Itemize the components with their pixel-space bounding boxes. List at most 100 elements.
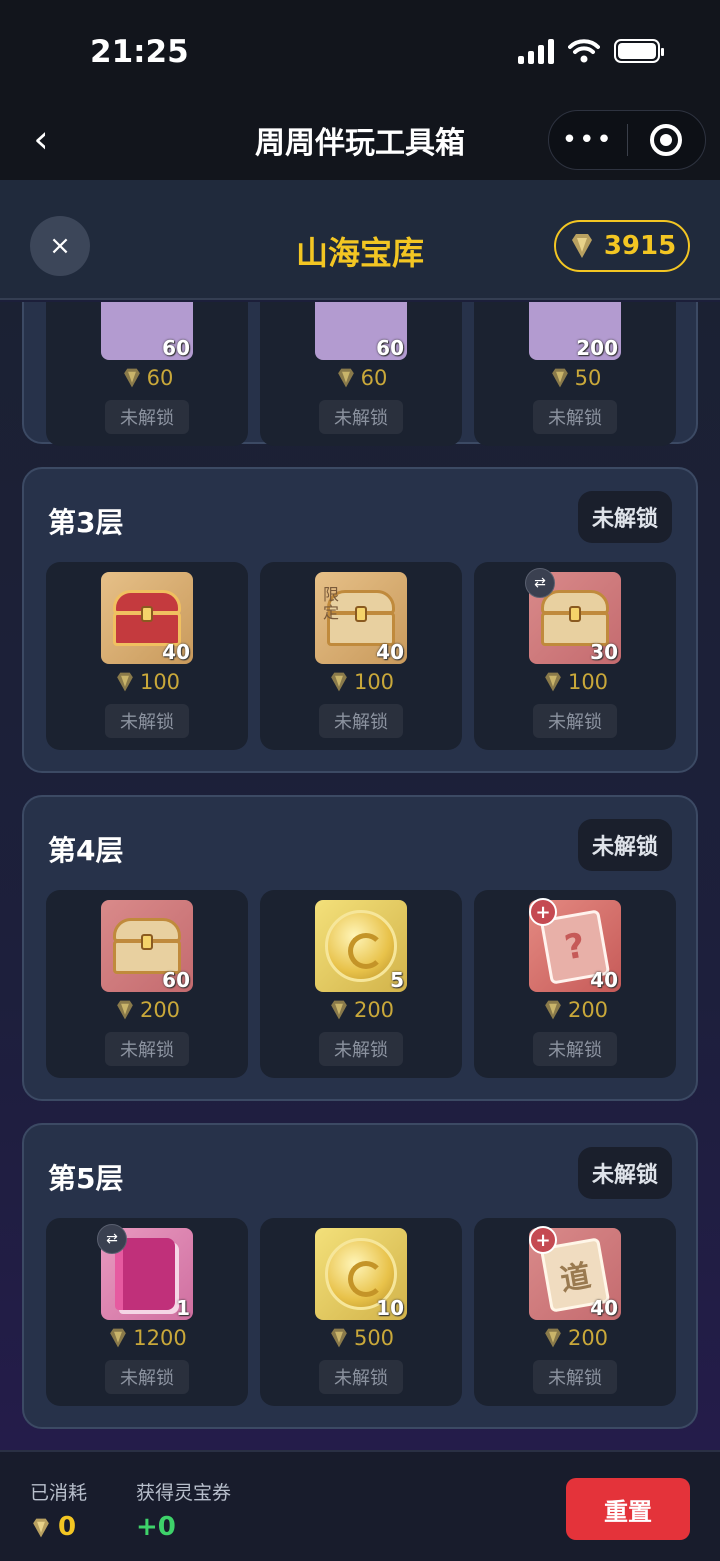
reward-icon: 60 <box>101 302 193 360</box>
reward-icon: 200 <box>529 302 621 360</box>
reward-quantity: 30 <box>590 640 618 664</box>
cost-value: 200 <box>567 998 609 1022</box>
locked-label: 未解锁 <box>319 1032 403 1066</box>
reward-quantity: 60 <box>376 336 404 360</box>
battery-icon <box>614 39 664 63</box>
reward-tile[interactable]: ⇄ 30 100 未解锁 <box>474 562 676 750</box>
reward-cost: 200 <box>474 998 676 1022</box>
reward-quantity: 60 <box>162 336 190 360</box>
reward-cost: 200 <box>46 998 248 1022</box>
locked-label: 未解锁 <box>105 1360 189 1394</box>
ticket-icon <box>114 671 136 693</box>
layer-title: 第3层 <box>48 506 124 539</box>
gold-coin-icon: 10 <box>315 1228 407 1320</box>
reward-quantity: 40 <box>590 968 618 992</box>
signal-icon <box>518 38 554 64</box>
layer-items: 60 60 未解锁 60 60 未解锁 200 50 未解锁 <box>46 302 676 446</box>
reward-quantity: 10 <box>376 1296 404 1320</box>
consumed-label: 已消耗 <box>30 1482 88 1504</box>
ticket-icon <box>328 999 350 1021</box>
reward-quantity: 40 <box>590 1296 618 1320</box>
locked-label: 未解锁 <box>319 400 403 434</box>
cost-value: 100 <box>139 670 181 694</box>
ticket-icon <box>328 671 350 693</box>
reward-cost: 100 <box>46 670 248 694</box>
reward-cost: 200 <box>260 998 462 1022</box>
ticket-icon <box>542 671 564 693</box>
ticket-icon <box>335 367 357 389</box>
layer-lock-badge: 未解锁 <box>578 491 672 543</box>
layer-items: ⇄ 1 1200 未解锁 10 500 未解锁 + 道 40 200 未解锁 <box>46 1218 676 1406</box>
layer-card-3: 第3层 未解锁 40 100 未解锁 限定 40 100 未解锁 ⇄ 30 10… <box>22 467 698 773</box>
reward-tile[interactable]: ⇄ 1 1200 未解锁 <box>46 1218 248 1406</box>
balance-value: 3915 <box>603 231 677 261</box>
ticket-icon <box>107 1327 129 1349</box>
locked-label: 未解锁 <box>319 704 403 738</box>
layer-title: 第5层 <box>48 1162 124 1195</box>
layer-items: 60 200 未解锁 5 200 未解锁 + ? 40 200 未解锁 <box>46 890 676 1078</box>
consumed-value: 0 <box>30 1512 76 1542</box>
reward-quantity: 200 <box>576 336 618 360</box>
locked-label: 未解锁 <box>533 1032 617 1066</box>
layer-items: 40 100 未解锁 限定 40 100 未解锁 ⇄ 30 100 未解锁 <box>46 562 676 750</box>
reward-tile[interactable]: 60 200 未解锁 <box>46 890 248 1078</box>
status-time: 21:25 <box>90 34 189 70</box>
gold-coin-icon: 5 <box>315 900 407 992</box>
status-icons <box>518 38 664 64</box>
reset-button[interactable]: 重置 <box>566 1478 690 1540</box>
reward-tile[interactable]: 10 500 未解锁 <box>260 1218 462 1406</box>
locked-label: 未解锁 <box>533 400 617 434</box>
layer-lock-badge: 未解锁 <box>578 1147 672 1199</box>
cost-value: 100 <box>353 670 395 694</box>
earned-value: +0 <box>136 1512 176 1542</box>
ticket-icon <box>542 1327 564 1349</box>
locked-label: 未解锁 <box>533 1360 617 1394</box>
ticket-icon <box>30 1516 52 1538</box>
swap-icon: ⇄ <box>97 1224 127 1254</box>
cost-value: 100 <box>567 670 609 694</box>
reward-quantity: 60 <box>162 968 190 992</box>
balance-badge: 3915 <box>554 220 690 272</box>
reward-tile[interactable]: 40 100 未解锁 <box>46 562 248 750</box>
layer-card-5: 第5层 未解锁 ⇄ 1 1200 未解锁 10 500 未解锁 + 道 40 2… <box>22 1123 698 1429</box>
reward-tile[interactable]: 60 60 未解锁 <box>46 302 248 446</box>
ticket-icon <box>542 999 564 1021</box>
red-chest-icon: 40 <box>101 572 193 664</box>
reward-cost: 500 <box>260 1326 462 1350</box>
gold-chest-icon: 60 <box>101 900 193 992</box>
more-button[interactable]: ••• <box>549 125 627 155</box>
reward-icon: 60 <box>315 302 407 360</box>
reward-quantity: 5 <box>390 968 404 992</box>
reward-tile[interactable]: 限定 40 100 未解锁 <box>260 562 462 750</box>
target-icon <box>650 124 683 156</box>
close-mini-program-button[interactable] <box>628 124 706 156</box>
ticket-icon <box>121 367 143 389</box>
reward-cost: 60 <box>260 366 462 390</box>
layer-lock-badge: 未解锁 <box>578 819 672 871</box>
reward-quantity: 40 <box>376 640 404 664</box>
wifi-icon <box>568 39 600 63</box>
reward-tile[interactable]: + ? 40 200 未解锁 <box>474 890 676 1078</box>
top-bar: 21:25 ‹ 周周伴玩工具箱 ••• <box>0 0 720 180</box>
reward-tile[interactable]: 60 60 未解锁 <box>260 302 462 446</box>
cost-value: 200 <box>353 998 395 1022</box>
limited-tag: 限定 <box>323 585 340 622</box>
cost-value: 60 <box>146 366 174 390</box>
layers-list[interactable]: 60 60 未解锁 60 60 未解锁 200 50 未解锁 第3层 未解锁 4… <box>0 302 720 1450</box>
reward-tile[interactable]: 200 50 未解锁 <box>474 302 676 446</box>
ticket-icon <box>549 367 571 389</box>
locked-label: 未解锁 <box>533 704 617 738</box>
locked-label: 未解锁 <box>319 1360 403 1394</box>
reward-tile[interactable]: 5 200 未解锁 <box>260 890 462 1078</box>
cost-value: 60 <box>360 366 388 390</box>
treasury-header: × 山海宝库 3915 <box>0 180 720 300</box>
cost-value: 200 <box>567 1326 609 1350</box>
locked-label: 未解锁 <box>105 1032 189 1066</box>
locked-label: 未解锁 <box>105 704 189 738</box>
limited-chest-icon: 限定 40 <box>315 572 407 664</box>
reward-cost: 1200 <box>46 1326 248 1350</box>
reward-cost: 100 <box>260 670 462 694</box>
reward-tile[interactable]: + 道 40 200 未解锁 <box>474 1218 676 1406</box>
locked-label: 未解锁 <box>105 400 189 434</box>
cost-value: 50 <box>574 366 602 390</box>
